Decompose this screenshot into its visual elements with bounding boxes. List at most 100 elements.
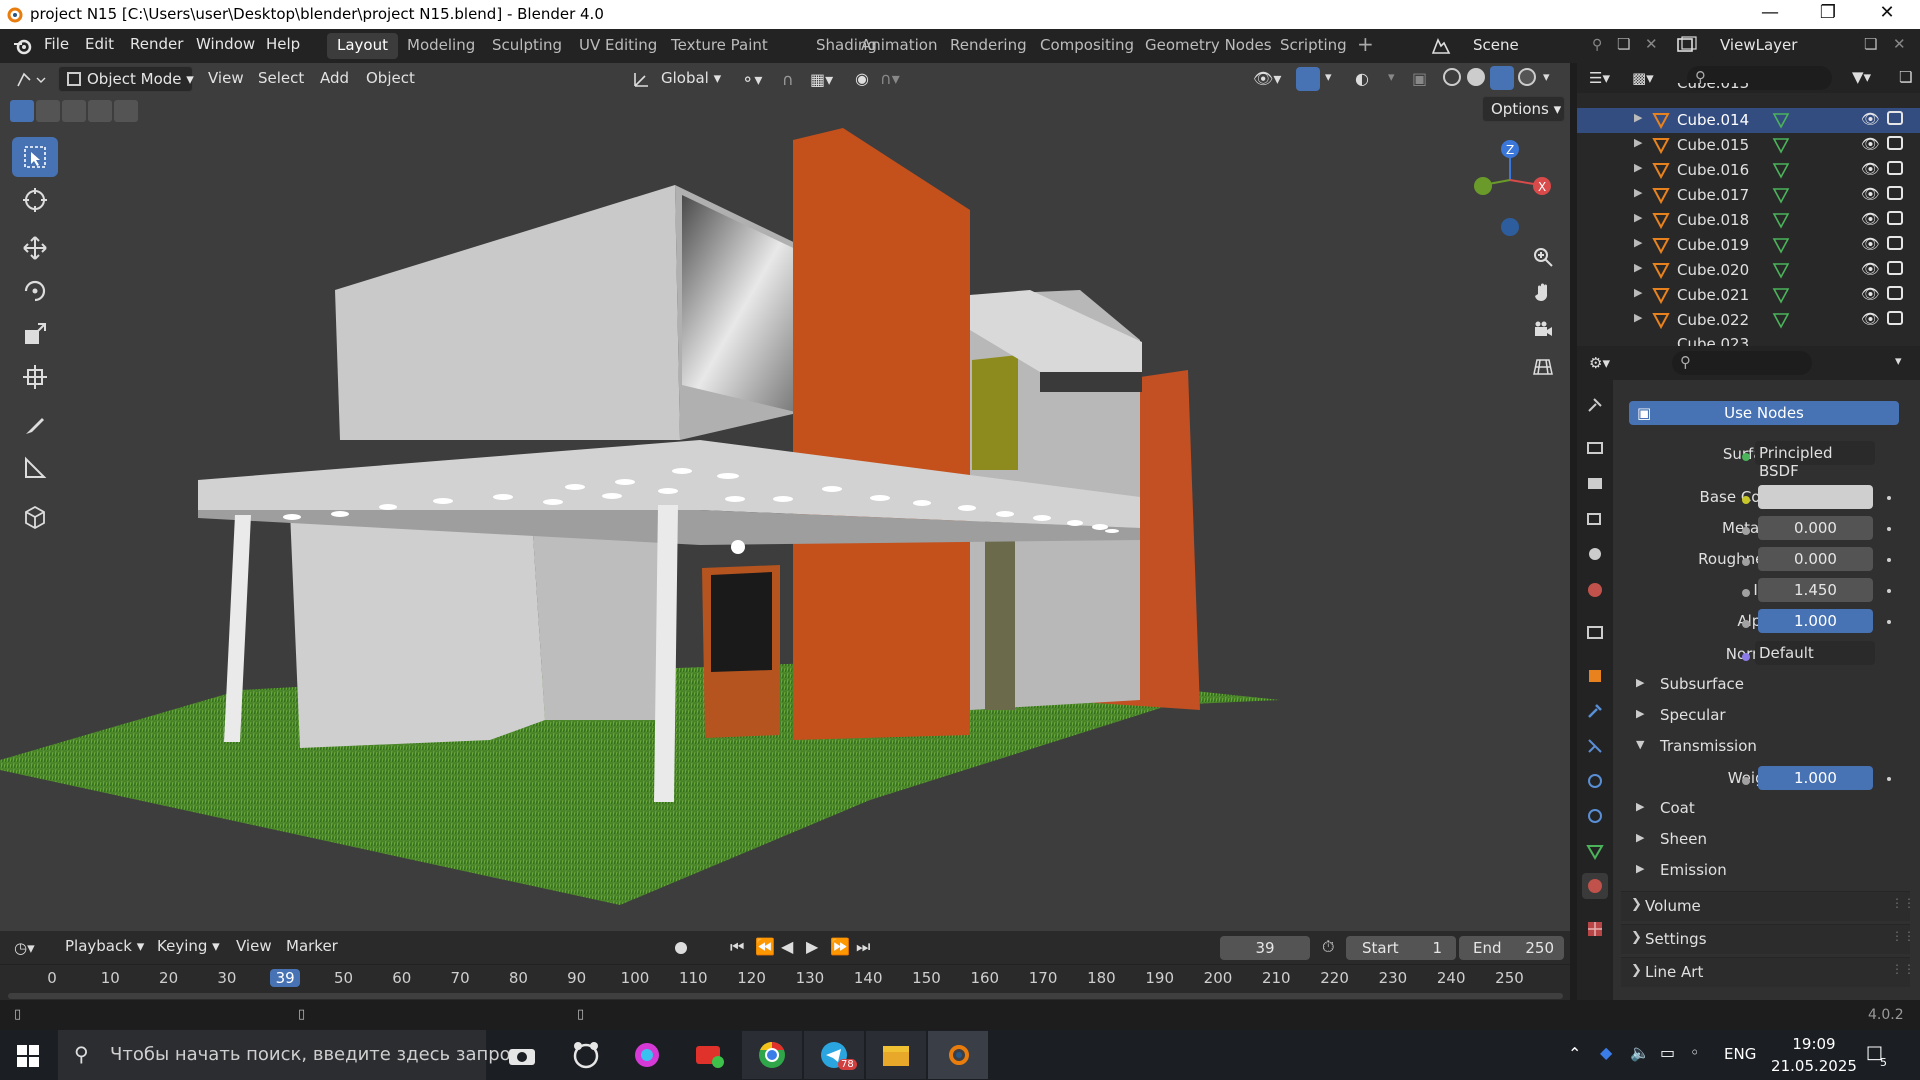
- playback-menu[interactable]: Playback ▾: [65, 937, 144, 955]
- mesh-data-icon[interactable]: [1772, 236, 1790, 258]
- render-camera-icon[interactable]: [1887, 111, 1903, 125]
- solid-shading-icon[interactable]: [1467, 68, 1485, 86]
- visibility-eye-icon[interactable]: 👁: [1861, 210, 1880, 228]
- gizmo-dropdown-icon[interactable]: ▾: [1325, 70, 1332, 85]
- blender-menu-icon[interactable]: [12, 35, 34, 61]
- new-scene-icon[interactable]: ❏: [1617, 35, 1630, 53]
- render-camera-icon[interactable]: [1887, 236, 1903, 250]
- clock-time[interactable]: 19:09: [1784, 1035, 1844, 1053]
- visibility-eye-icon[interactable]: 👁: [1861, 285, 1880, 303]
- panel-header[interactable]: ❯ Line Art ⋮⋮: [1621, 957, 1915, 987]
- shading-dropdown-icon[interactable]: ▾: [1543, 70, 1550, 85]
- delete-view-layer-icon[interactable]: ✕: [1893, 35, 1906, 53]
- overlay-dropdown-icon[interactable]: ▾: [1388, 70, 1395, 85]
- texture-tab-icon[interactable]: [1582, 916, 1608, 942]
- tab-sculpting[interactable]: Sculpting: [482, 33, 572, 59]
- start-frame-field[interactable]: Start 1: [1346, 936, 1456, 960]
- next-keyframe-icon[interactable]: ⏩: [830, 937, 850, 956]
- tab-rendering[interactable]: Rendering: [940, 33, 1037, 59]
- navigation-gizmo[interactable]: Z X: [1465, 135, 1565, 245]
- select-intersect-icon[interactable]: [88, 100, 112, 122]
- collapsed-arrow-icon[interactable]: ▶: [1636, 707, 1644, 720]
- weight-field[interactable]: 1.000: [1758, 766, 1873, 790]
- mode-dropdown[interactable]: Object Mode ▾: [58, 66, 194, 92]
- scale-tool[interactable]: [12, 314, 58, 354]
- collapsed-arrow-icon[interactable]: ▶: [1636, 831, 1644, 844]
- battery-icon[interactable]: ▭: [1660, 1043, 1675, 1062]
- collapsed-chevron-icon[interactable]: ❯: [1631, 897, 1642, 912]
- outliner-row[interactable]: ▶ Cube.016 👁: [1577, 158, 1920, 183]
- marker-menu[interactable]: Marker: [286, 937, 338, 955]
- menu-object[interactable]: Object: [366, 69, 415, 87]
- view-layer-field[interactable]: ViewLayer: [1712, 33, 1862, 59]
- pan-hand-icon[interactable]: [1526, 276, 1560, 310]
- rendered-shading-icon[interactable]: [1518, 68, 1536, 86]
- 3d-viewport[interactable]: [0, 63, 1570, 931]
- base-color-swatch[interactable]: [1758, 485, 1873, 509]
- color-app-icon[interactable]: [617, 1031, 677, 1079]
- collapsed-arrow-icon[interactable]: ▶: [1636, 676, 1644, 689]
- tray-app-icon[interactable]: ◆: [1600, 1043, 1612, 1062]
- new-view-layer-icon[interactable]: ❏: [1864, 35, 1877, 53]
- mesh-data-icon[interactable]: [1772, 161, 1790, 183]
- taskbar-search-box[interactable]: ⚲ Чтобы начать поиск, введите здесь запр…: [58, 1030, 521, 1080]
- properties-options-icon[interactable]: ▾: [1895, 354, 1902, 369]
- add-cube-tool[interactable]: [12, 497, 58, 537]
- surface-shader-field[interactable]: Principled BSDF: [1755, 441, 1875, 480]
- mesh-data-icon[interactable]: [1772, 111, 1790, 133]
- annotate-tool[interactable]: [12, 405, 58, 445]
- collapsed-arrow-icon[interactable]: ▶: [1636, 800, 1644, 813]
- chrome-app-icon[interactable]: [742, 1031, 802, 1079]
- modifier-tab-icon[interactable]: [1582, 698, 1608, 724]
- wireframe-shading-icon[interactable]: [1443, 68, 1461, 86]
- object-tab-icon[interactable]: [1582, 663, 1608, 689]
- visibility-icon[interactable]: 👁▾: [1253, 69, 1281, 88]
- select-new-icon[interactable]: [10, 100, 34, 122]
- outliner-row[interactable]: ▶ Cube.020 👁: [1577, 258, 1920, 283]
- jump-start-icon[interactable]: ⏮: [730, 937, 744, 957]
- keyframe-dot-icon[interactable]: [1887, 620, 1891, 624]
- perspective-toggle-icon[interactable]: [1526, 350, 1560, 384]
- expand-arrow-icon[interactable]: ▶: [1634, 311, 1642, 324]
- property-value-field[interactable]: 0.000: [1758, 547, 1873, 571]
- particles-tab-icon[interactable]: [1582, 733, 1608, 759]
- expand-arrow-icon[interactable]: ▶: [1634, 186, 1642, 199]
- close-icon[interactable]: ✕: [1875, 2, 1899, 26]
- network-icon[interactable]: ◦: [1690, 1043, 1699, 1062]
- render-camera-icon[interactable]: [1887, 286, 1903, 300]
- mesh-data-icon[interactable]: [1772, 136, 1790, 158]
- expand-arrow-icon[interactable]: ▶: [1634, 111, 1642, 124]
- menu-add[interactable]: Add: [320, 69, 349, 87]
- physics-tab-icon[interactable]: [1582, 768, 1608, 794]
- jump-end-icon[interactable]: ⏭: [856, 937, 870, 957]
- proportional-edit-icon[interactable]: ◉: [855, 69, 869, 88]
- drag-handle-icon[interactable]: ⋮⋮: [1891, 962, 1915, 976]
- tray-expand-icon[interactable]: ⌃: [1568, 1044, 1581, 1063]
- menu-file[interactable]: File: [44, 35, 69, 53]
- keying-menu[interactable]: Keying ▾: [157, 937, 220, 955]
- collapsed-arrow-icon[interactable]: ▶: [1636, 862, 1644, 875]
- move-tool[interactable]: [12, 228, 58, 268]
- outliner-row[interactable]: ▶ Cube.015 👁: [1577, 133, 1920, 158]
- visibility-eye-icon[interactable]: 👁: [1861, 185, 1880, 203]
- select-subtract-icon[interactable]: [62, 100, 86, 122]
- menu-select[interactable]: Select: [258, 69, 304, 87]
- volume-icon[interactable]: 🔈: [1630, 1043, 1650, 1062]
- world-tab-icon[interactable]: [1582, 577, 1608, 603]
- render-camera-icon[interactable]: [1887, 261, 1903, 275]
- normal-field[interactable]: Default: [1755, 641, 1875, 665]
- collapsed-chevron-icon[interactable]: ❯: [1631, 963, 1642, 978]
- render-camera-icon[interactable]: [1887, 186, 1903, 200]
- prev-keyframe-icon[interactable]: ⏪: [755, 937, 775, 956]
- select-extend-icon[interactable]: [36, 100, 60, 122]
- tab-modeling[interactable]: Modeling: [397, 33, 485, 59]
- editor-type-icon[interactable]: [15, 70, 47, 94]
- render-camera-icon[interactable]: [1887, 211, 1903, 225]
- output-tab-icon[interactable]: [1582, 470, 1608, 496]
- material-tab-icon[interactable]: [1582, 873, 1608, 899]
- outliner-row[interactable]: ▶ Cube.014 👁: [1577, 108, 1920, 133]
- auto-keying-icon[interactable]: [675, 942, 687, 954]
- list-item[interactable]: Cube.013: [1577, 83, 1920, 95]
- windows-start-icon[interactable]: [16, 1044, 40, 1072]
- add-workspace-icon[interactable]: +: [1357, 32, 1374, 56]
